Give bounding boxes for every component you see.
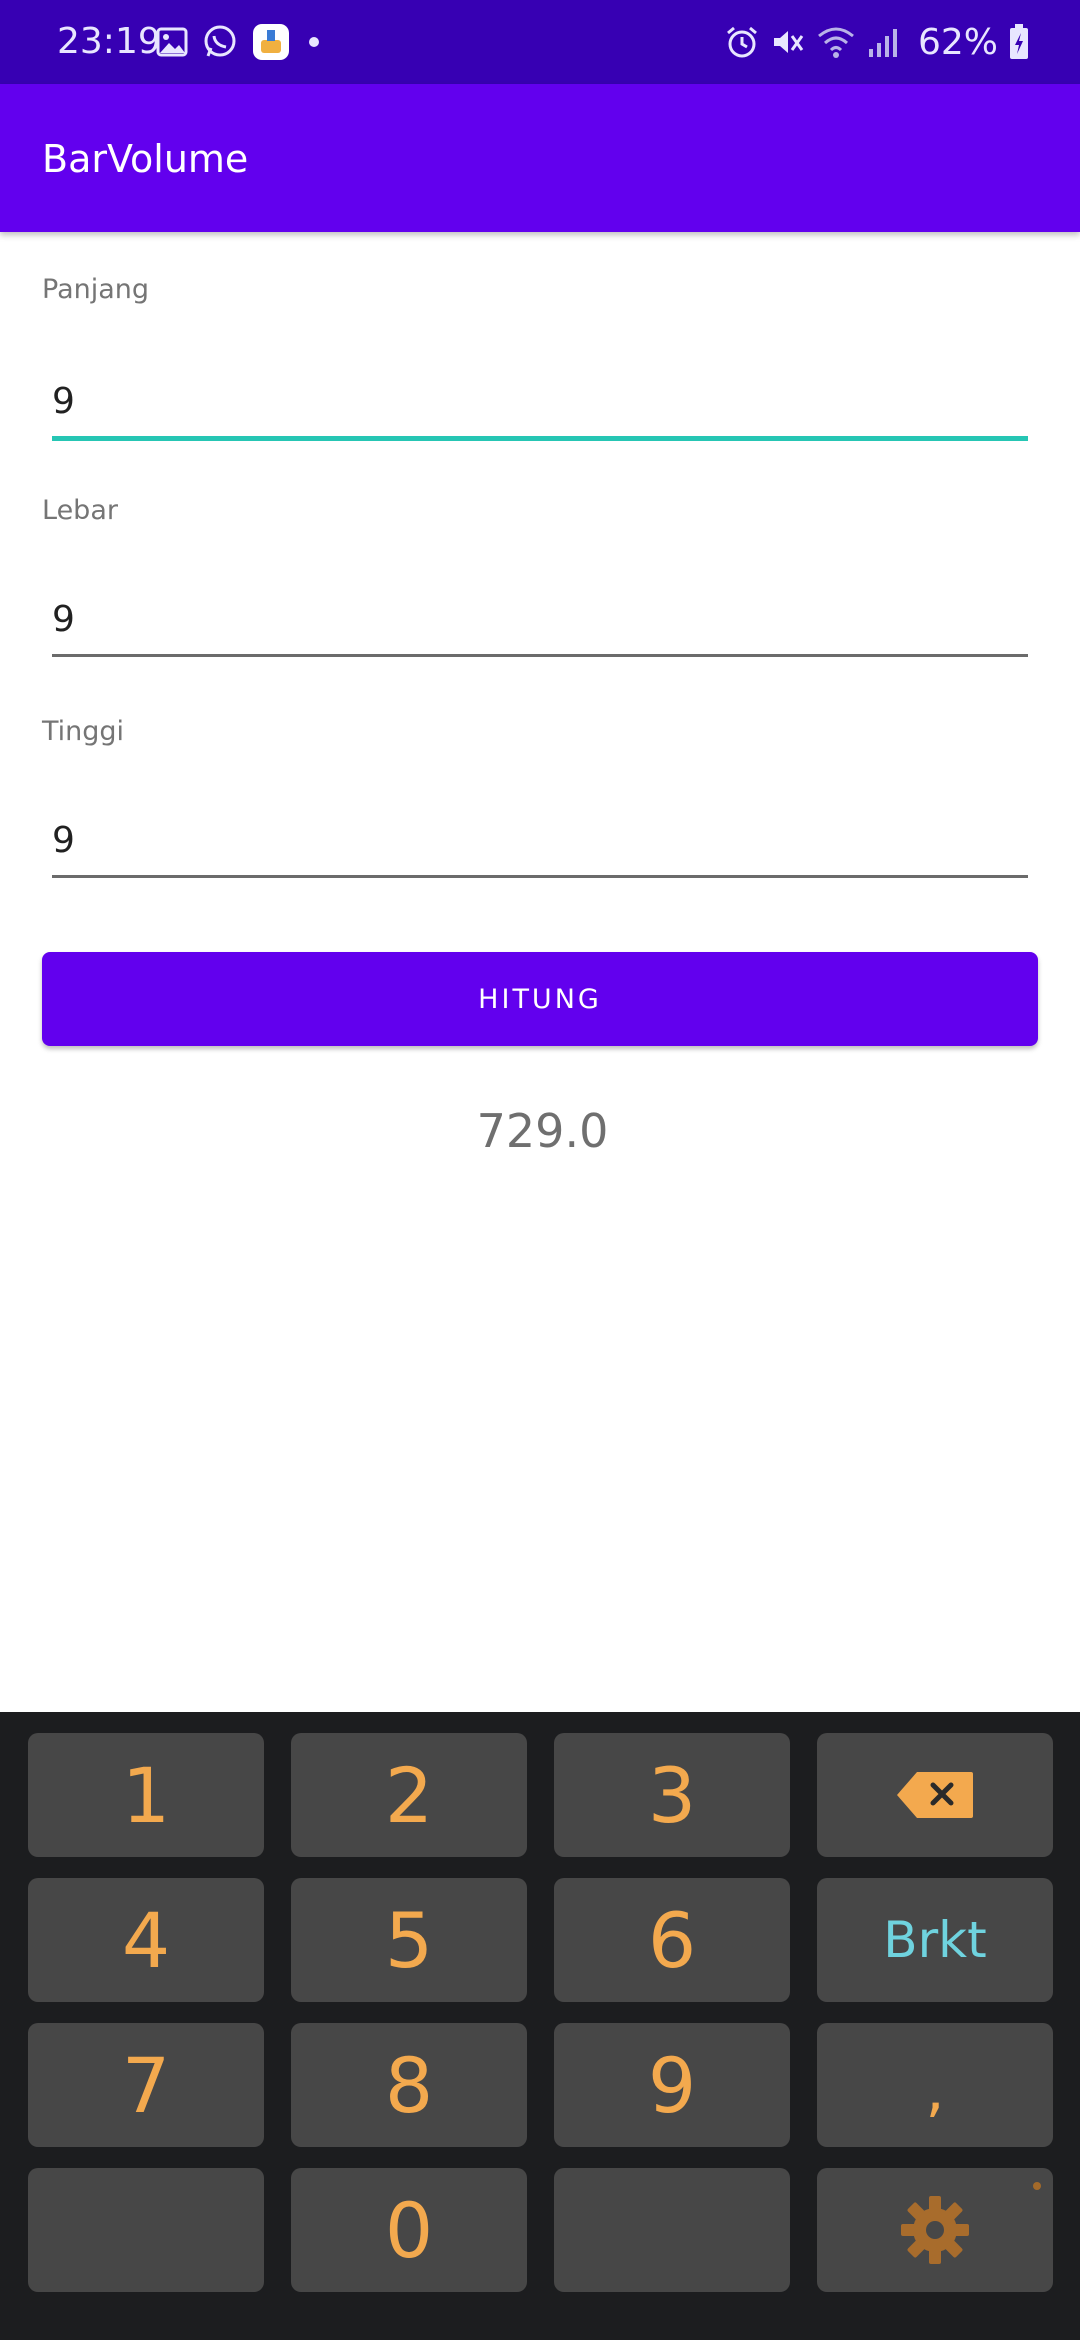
key-7[interactable]: 7 — [28, 2023, 264, 2147]
vibrate-mute-icon — [773, 31, 804, 53]
panjang-input[interactable] — [52, 366, 1028, 441]
key-backspace[interactable] — [817, 1733, 1053, 1857]
lebar-input[interactable] — [52, 584, 1028, 657]
key-1[interactable]: 1 — [28, 1733, 264, 1857]
status-time: 23:19 — [57, 21, 161, 62]
tinggi-input[interactable] — [52, 805, 1028, 878]
hitung-button[interactable]: HITUNG — [42, 952, 1038, 1046]
notification-dot-icon — [309, 37, 319, 47]
image-icon — [156, 27, 188, 57]
status-bar: 23:19 62% — [0, 0, 1080, 84]
key-settings[interactable] — [817, 2168, 1053, 2292]
signal-icon — [868, 29, 897, 57]
key-6[interactable]: 6 — [554, 1878, 790, 2002]
key-brkt[interactable]: Brkt — [817, 1878, 1053, 2002]
key-3[interactable]: 3 — [554, 1733, 790, 1857]
key-2[interactable]: 2 — [291, 1733, 527, 1857]
panjang-label: Panjang — [42, 274, 150, 305]
app-bar: BarVolume — [0, 84, 1080, 232]
key-blank-right[interactable] — [554, 2168, 790, 2292]
key-5[interactable]: 5 — [291, 1878, 527, 2002]
result-value: 729.0 — [476, 1104, 609, 1158]
app-title: BarVolume — [42, 137, 249, 181]
wifi-icon — [818, 27, 854, 58]
battery-charging-icon — [1010, 24, 1028, 59]
key-blank-left[interactable] — [28, 2168, 264, 2292]
battery-percent: 62% — [917, 21, 998, 63]
status-system-icons: 62% — [724, 20, 1030, 64]
numeric-keyboard: 1 2 3 4 5 6 Brkt 7 8 9 , 0 — [0, 1712, 1080, 2340]
status-notification-icons — [156, 22, 324, 62]
key-comma[interactable]: , — [817, 2023, 1053, 2147]
tinggi-label: Tinggi — [42, 716, 125, 747]
key-4[interactable]: 4 — [28, 1878, 264, 2002]
whatsapp-icon — [204, 25, 236, 57]
key-8[interactable]: 8 — [291, 2023, 527, 2147]
alarm-icon — [727, 26, 757, 58]
indicator-dot-icon — [1033, 2182, 1041, 2190]
cleaner-app-icon — [253, 24, 289, 60]
gear-icon — [901, 2196, 969, 2264]
lebar-label: Lebar — [42, 495, 118, 526]
key-9[interactable]: 9 — [554, 2023, 790, 2147]
key-0[interactable]: 0 — [291, 2168, 527, 2292]
backspace-icon — [897, 1772, 973, 1818]
